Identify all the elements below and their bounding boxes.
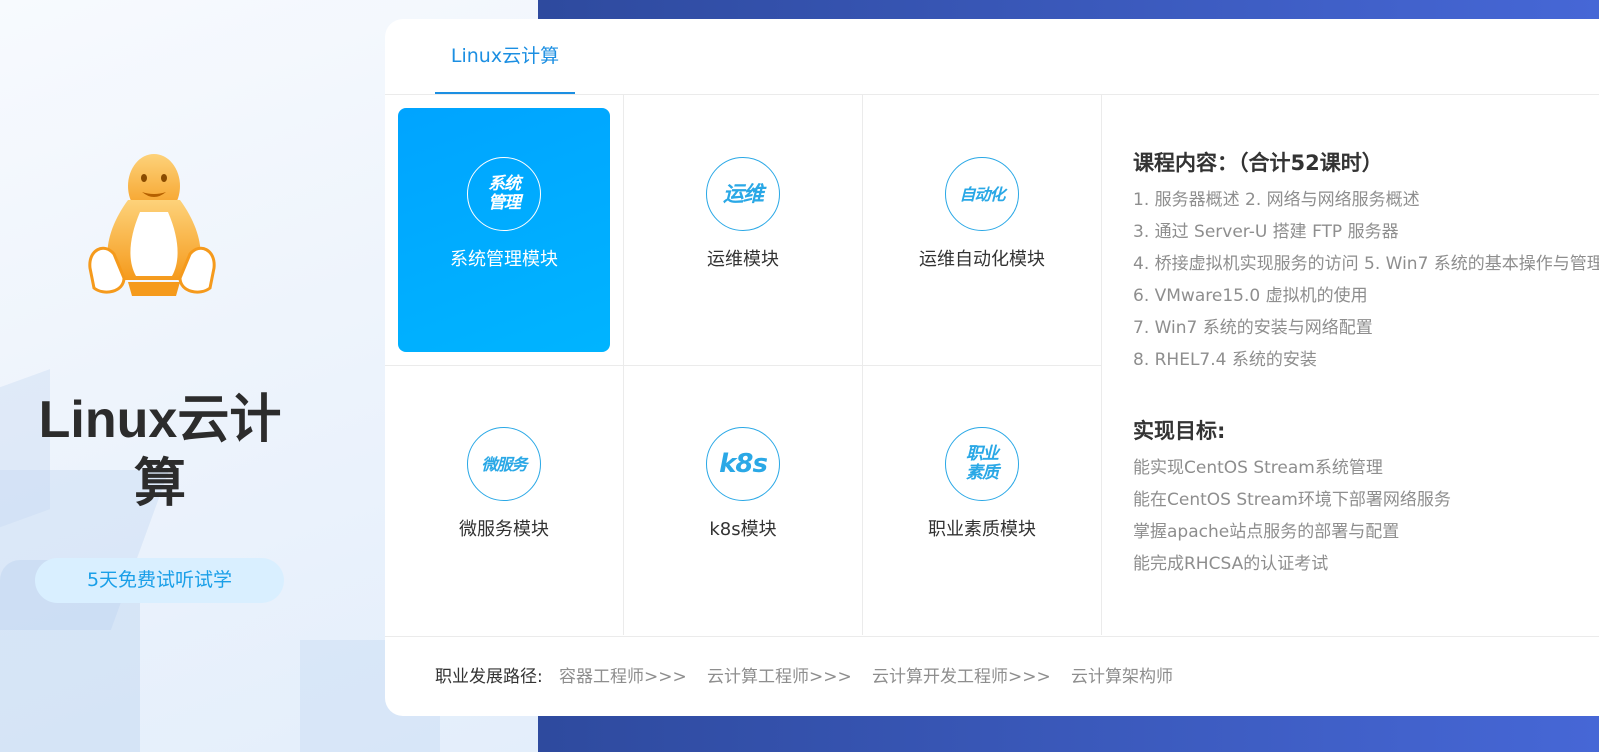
course-item: 6. VMware15.0 虚拟机的使用 <box>1133 286 1368 306</box>
microservice-icon: 微服务 <box>467 427 541 501</box>
module-label: k8s模块 <box>709 519 777 540</box>
module-tile-ops-automation[interactable]: 自动化 运维自动化模块 <box>863 95 1101 365</box>
module-tile-microservice[interactable]: 微服务 微服务模块 <box>385 365 623 635</box>
grid-divider <box>1101 95 1102 635</box>
module-label: 职业素质模块 <box>928 519 1036 540</box>
free-trial-button[interactable]: 5天免费试听试学 <box>35 558 284 603</box>
career-path-link[interactable]: 云计算开发工程师>>> <box>872 637 1051 716</box>
course-item: 1. 服务器概述 2. 网络与网络服务概述 <box>1133 190 1420 210</box>
module-label: 系统管理模块 <box>450 249 558 270</box>
course-content-title: 课程内容：（合计52课时） <box>1133 151 1383 175</box>
side-title-line1: Linux云计 <box>38 391 282 449</box>
side-title: Linux云计 算 <box>30 388 290 516</box>
course-item: 4. 桥接虚拟机实现服务的访问 5. Win7 系统的基本操作与管理 <box>1133 254 1599 274</box>
side-title-line2: 算 <box>133 455 186 513</box>
course-item: 3. 通过 Server-U 搭建 FTP 服务器 <box>1133 222 1399 242</box>
career-path-link[interactable]: 云计算架构师 <box>1071 637 1173 716</box>
module-label: 运维自动化模块 <box>919 249 1045 270</box>
career-path-link[interactable]: 云计算工程师>>> <box>707 637 852 716</box>
course-content-panel: 课程内容：（合计52课时） 1. 服务器概述 2. 网络与网络服务概述 3. 通… <box>1133 95 1599 635</box>
automation-icon: 自动化 <box>945 157 1019 231</box>
ops-icon: 运维 <box>706 157 780 231</box>
goal-item: 能在CentOS Stream环境下部署网络服务 <box>1133 490 1451 510</box>
module-label: 微服务模块 <box>459 519 549 540</box>
module-tile-k8s[interactable]: k8s k8s模块 <box>624 365 862 635</box>
professional-quality-icon: 职业 素质 <box>945 427 1019 501</box>
module-label: 运维模块 <box>707 249 779 270</box>
course-item: 7. Win7 系统的安装与网络配置 <box>1133 318 1373 338</box>
penguin-icon <box>84 150 220 310</box>
tab-linux-cloud[interactable]: Linux云计算 <box>435 19 575 94</box>
career-path-footer: 职业发展路径: 容器工程师>>> 云计算工程师>>> 云计算开发工程师>>> 云… <box>385 636 1599 716</box>
goals-title: 实现目标: <box>1133 419 1226 443</box>
tab-bar: Linux云计算 <box>385 19 1599 95</box>
module-grid: 系统 管理 系统管理模块 运维 运维模块 自动化 运维自动化模块 微服务 微服务模… <box>385 95 1102 635</box>
module-tile-system-management[interactable]: 系统 管理 系统管理模块 <box>385 95 623 365</box>
goal-item: 能实现CentOS Stream系统管理 <box>1133 458 1383 478</box>
grid-divider <box>385 365 1101 366</box>
top-blue-band <box>538 0 1599 19</box>
bottom-blue-band <box>538 716 1599 752</box>
career-path-label: 职业发展路径: <box>435 667 543 687</box>
goal-item: 掌握apache站点服务的部署与配置 <box>1133 522 1400 542</box>
course-card: Linux云计算 系统 管理 系统管理模块 运维 运维模块 自动化 运维自动化模块… <box>385 19 1599 716</box>
system-management-icon: 系统 管理 <box>467 157 541 231</box>
course-item: 8. RHEL7.4 系统的安装 <box>1133 350 1317 370</box>
career-path-link[interactable]: 容器工程师>>> <box>559 637 687 716</box>
goal-item: 能完成RHCSA的认证考试 <box>1133 554 1329 574</box>
module-tile-ops[interactable]: 运维 运维模块 <box>624 95 862 365</box>
k8s-icon: k8s <box>706 427 780 501</box>
module-tile-professional-quality[interactable]: 职业 素质 职业素质模块 <box>863 365 1101 635</box>
